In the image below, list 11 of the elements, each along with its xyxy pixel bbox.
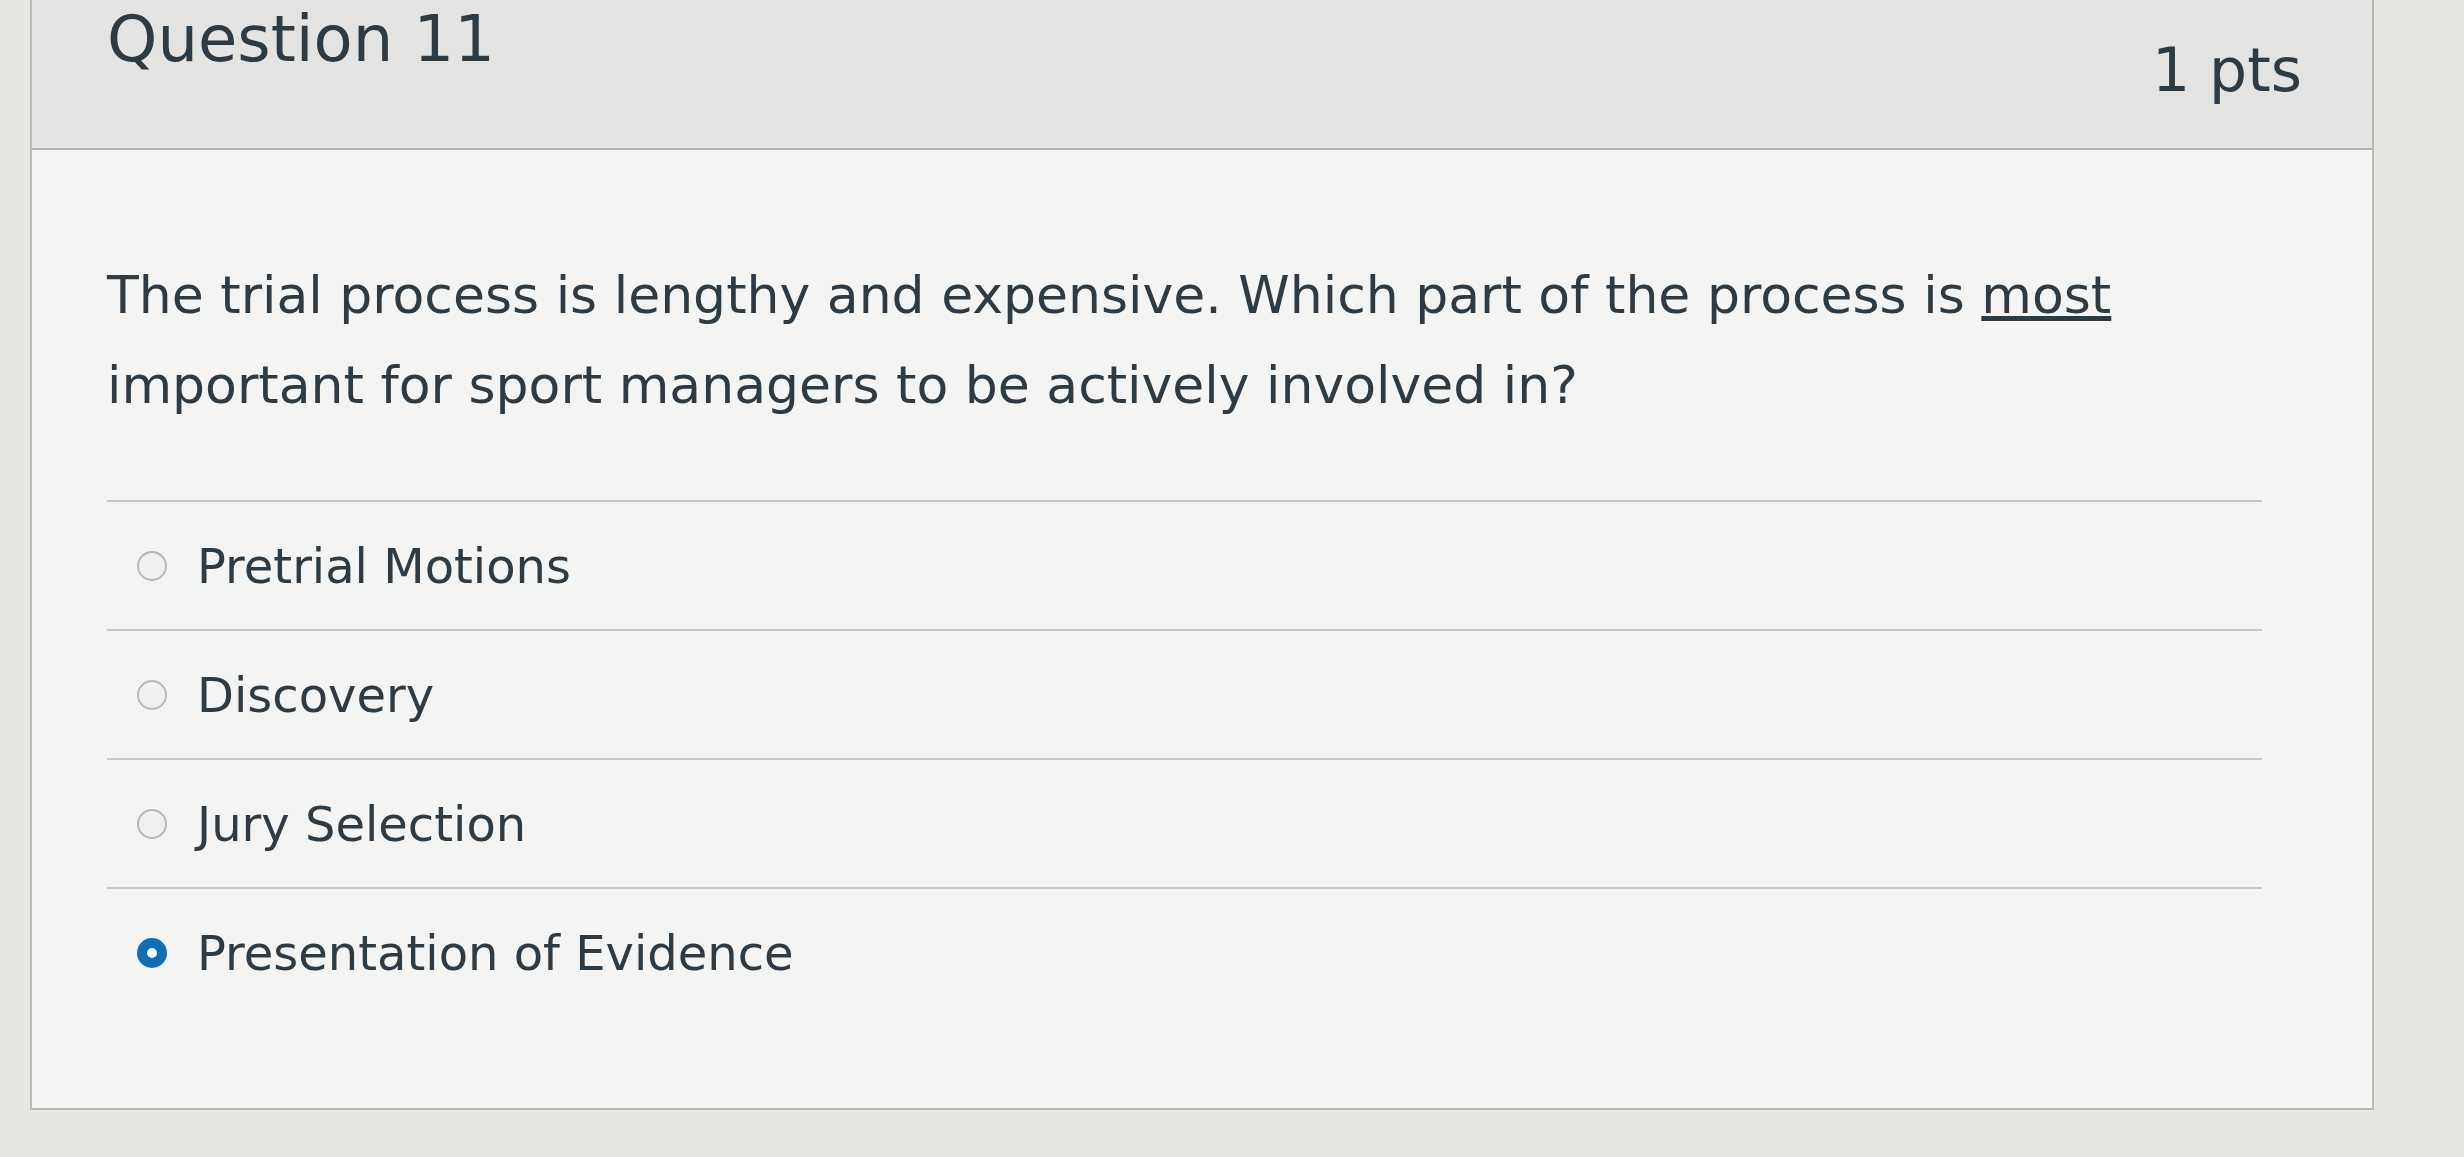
question-title: Question 11 <box>107 2 496 76</box>
radio-button[interactable] <box>137 808 167 839</box>
radio-button[interactable] <box>137 679 167 710</box>
radio-button[interactable] <box>137 937 167 968</box>
answer-option[interactable]: Discovery <box>107 631 2262 760</box>
answer-option[interactable]: Presentation of Evidence <box>107 889 2262 1016</box>
radio-button[interactable] <box>137 550 167 581</box>
question-text: The trial process is lengthy and expensive. Which part of the process is most important for sport managers to be actively involved in? <box>107 264 2113 417</box>
answer-option[interactable]: Pretrial Motions <box>107 502 2262 631</box>
question-points: 1 pts <box>2151 35 2302 105</box>
answer-option[interactable]: Jury Selection <box>107 760 2262 889</box>
